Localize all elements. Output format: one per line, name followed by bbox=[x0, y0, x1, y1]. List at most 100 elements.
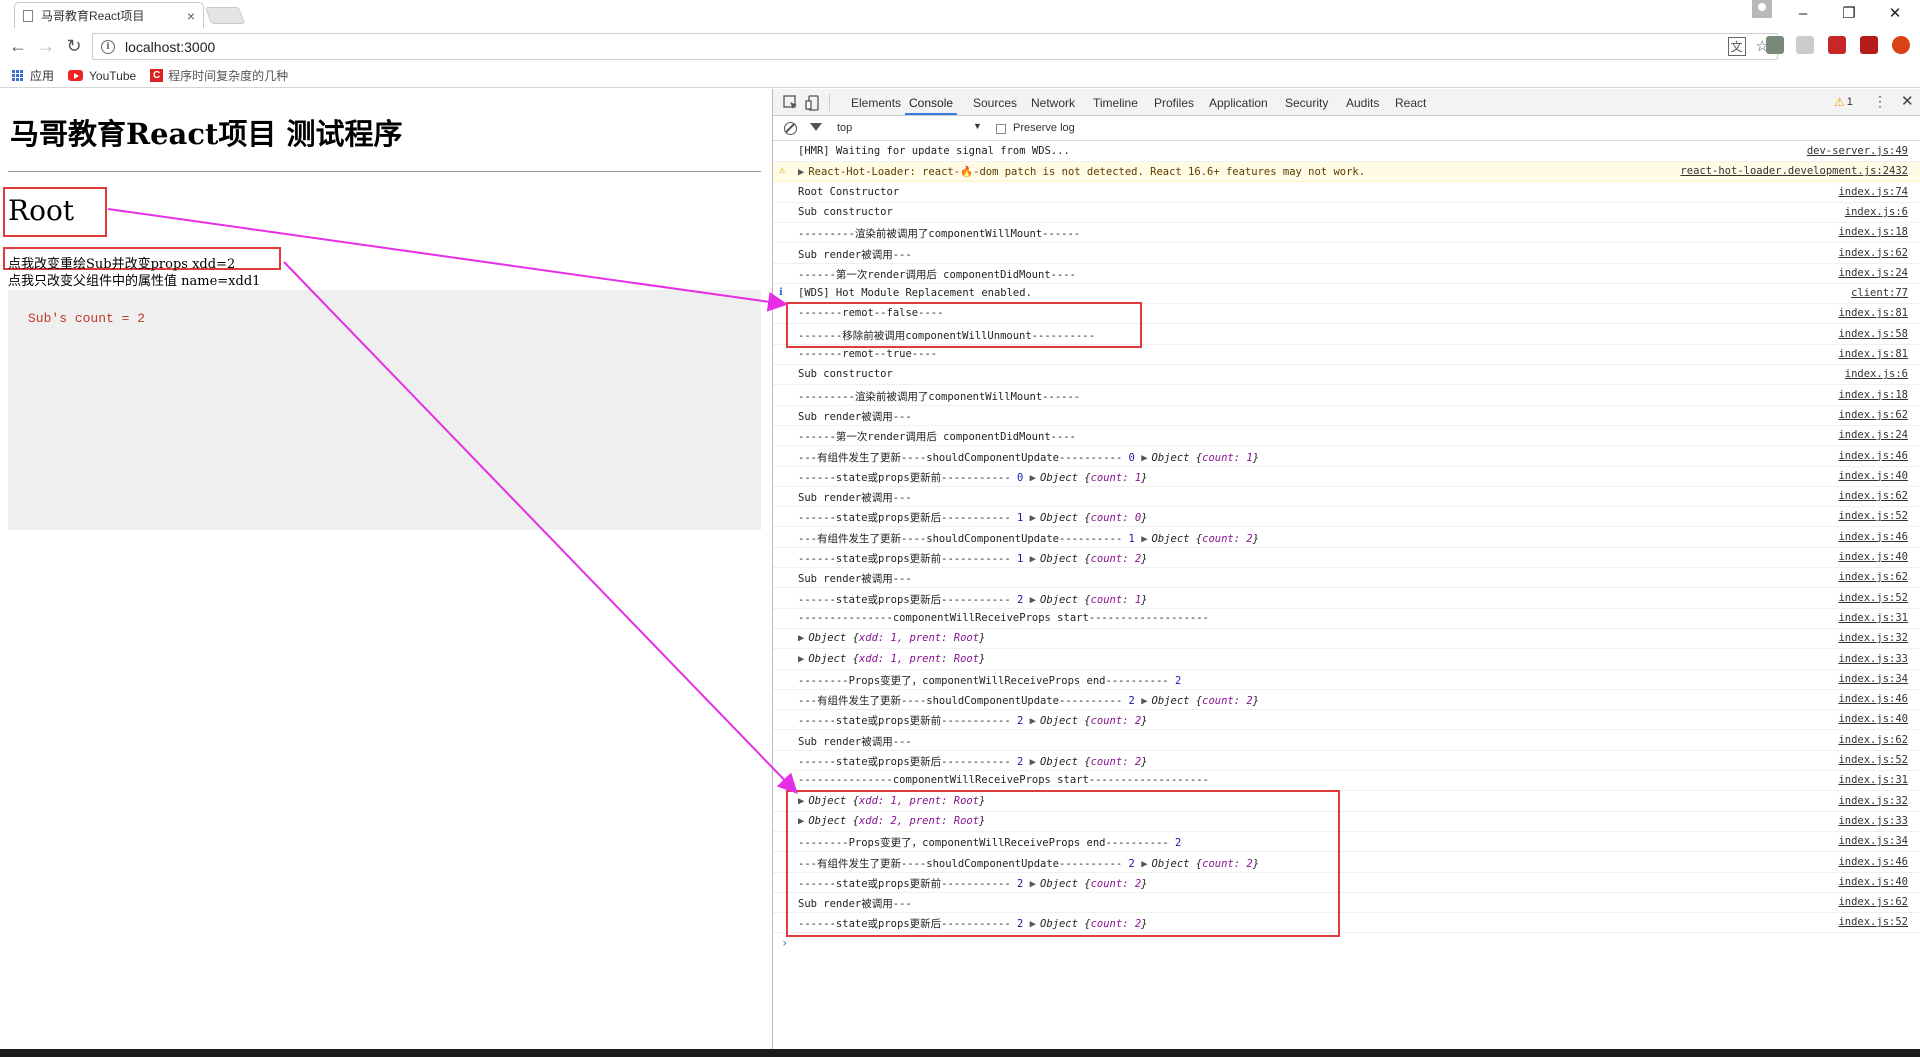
source-link[interactable]: index.js:32 bbox=[1838, 795, 1908, 807]
warning-counter[interactable]: ⚠ 1 bbox=[1834, 95, 1853, 109]
tab-sources[interactable]: Sources bbox=[973, 96, 1017, 110]
tab-network[interactable]: Network bbox=[1031, 96, 1075, 110]
close-devtools-icon[interactable]: ✕ bbox=[1901, 92, 1914, 110]
console-object[interactable]: Object {count: 0} bbox=[1040, 512, 1148, 524]
source-link[interactable]: client:77 bbox=[1851, 287, 1908, 299]
close-window-button[interactable]: ✕ bbox=[1872, 0, 1918, 26]
source-link[interactable]: index.js:58 bbox=[1838, 328, 1908, 340]
expand-triangle-icon[interactable]: ▶ bbox=[1030, 594, 1036, 606]
source-link[interactable]: index.js:46 bbox=[1838, 693, 1908, 705]
source-link[interactable]: index.js:31 bbox=[1838, 774, 1908, 786]
source-link[interactable]: index.js:24 bbox=[1838, 429, 1908, 441]
console-object[interactable]: Object {count: 2} bbox=[1040, 756, 1148, 768]
source-link[interactable]: index.js:62 bbox=[1838, 571, 1908, 583]
expand-triangle-icon[interactable]: ▶ bbox=[1141, 452, 1147, 464]
source-link[interactable]: index.js:34 bbox=[1838, 835, 1908, 847]
back-arrow-icon[interactable]: ← bbox=[6, 34, 30, 58]
source-link[interactable]: index.js:62 bbox=[1838, 409, 1908, 421]
source-link[interactable]: index.js:18 bbox=[1838, 226, 1908, 238]
source-link[interactable]: index.js:40 bbox=[1838, 713, 1908, 725]
source-link[interactable]: index.js:52 bbox=[1838, 510, 1908, 522]
site-info-icon[interactable]: i bbox=[101, 39, 115, 54]
translate-icon[interactable]: 文 bbox=[1727, 37, 1746, 56]
minimize-button[interactable]: – bbox=[1780, 0, 1826, 26]
profile-icon[interactable] bbox=[1752, 0, 1772, 18]
source-link[interactable]: index.js:40 bbox=[1838, 470, 1908, 482]
expand-triangle-icon[interactable]: ▶ bbox=[1030, 756, 1036, 768]
expand-triangle-icon[interactable]: ▶ bbox=[1141, 533, 1147, 545]
source-link[interactable]: index.js:52 bbox=[1838, 916, 1908, 928]
source-link[interactable]: index.js:81 bbox=[1838, 307, 1908, 319]
preserve-log-checkbox[interactable] bbox=[996, 124, 1006, 134]
console-object[interactable]: Object {count: 1} bbox=[1040, 594, 1148, 606]
source-link[interactable]: index.js:6 bbox=[1845, 368, 1908, 380]
source-link[interactable]: index.js:46 bbox=[1838, 531, 1908, 543]
more-options-icon[interactable]: ⋮ bbox=[1873, 93, 1887, 110]
restore-button[interactable]: ❐ bbox=[1826, 0, 1872, 26]
tab-application[interactable]: Application bbox=[1209, 96, 1268, 110]
tab-react[interactable]: React bbox=[1395, 96, 1426, 110]
source-link[interactable]: index.js:33 bbox=[1838, 653, 1908, 665]
source-link[interactable]: index.js:74 bbox=[1838, 186, 1908, 198]
expand-triangle-icon[interactable]: ▶ bbox=[1141, 695, 1147, 707]
filter-icon[interactable] bbox=[810, 123, 822, 131]
source-link[interactable]: index.js:24 bbox=[1838, 267, 1908, 279]
browser-tab[interactable]: 马哥教育React项目 × bbox=[14, 2, 204, 28]
inspect-element-icon[interactable] bbox=[783, 95, 799, 111]
tab-elements[interactable]: Elements bbox=[851, 96, 901, 110]
extension-icon[interactable] bbox=[1766, 36, 1784, 54]
expand-triangle-icon[interactable]: ▶ bbox=[798, 166, 804, 178]
source-link[interactable]: index.js:62 bbox=[1838, 734, 1908, 746]
console-object[interactable]: Object {xdd: 1, prent: Root} bbox=[808, 632, 985, 644]
source-link[interactable]: index.js:46 bbox=[1838, 450, 1908, 462]
expand-triangle-icon[interactable]: ▶ bbox=[798, 632, 804, 644]
source-link[interactable]: index.js:34 bbox=[1838, 673, 1908, 685]
source-link[interactable]: index.js:33 bbox=[1838, 815, 1908, 827]
expand-triangle-icon[interactable]: ▶ bbox=[798, 653, 804, 665]
source-link[interactable]: index.js:18 bbox=[1838, 389, 1908, 401]
tab-audits[interactable]: Audits bbox=[1346, 96, 1379, 110]
expand-triangle-icon[interactable]: ▶ bbox=[1030, 472, 1036, 484]
new-tab-button[interactable] bbox=[204, 7, 246, 24]
console-object[interactable]: Object {count: 2} bbox=[1040, 553, 1148, 565]
device-toolbar-icon[interactable] bbox=[805, 95, 821, 111]
console-object[interactable]: Object {count: 1} bbox=[1040, 472, 1148, 484]
console-object[interactable]: Object {count: 2} bbox=[1040, 715, 1148, 727]
source-link[interactable]: index.js:32 bbox=[1838, 632, 1908, 644]
pdf-extension-icon[interactable] bbox=[1860, 36, 1878, 54]
forward-arrow-icon[interactable]: → bbox=[34, 34, 58, 58]
console-object[interactable]: Object {count: 2} bbox=[1152, 695, 1260, 707]
expand-triangle-icon[interactable]: ▶ bbox=[1030, 715, 1036, 727]
source-link[interactable]: index.js:62 bbox=[1838, 490, 1908, 502]
expand-triangle-icon[interactable]: ▶ bbox=[1030, 553, 1036, 565]
source-link[interactable]: index.js:40 bbox=[1838, 551, 1908, 563]
expand-triangle-icon[interactable]: ▶ bbox=[1030, 512, 1036, 524]
source-link[interactable]: index.js:81 bbox=[1838, 348, 1908, 360]
source-link[interactable]: index.js:40 bbox=[1838, 876, 1908, 888]
reload-icon[interactable]: ↻ bbox=[62, 34, 86, 58]
console-prompt[interactable]: › bbox=[781, 936, 788, 950]
bookmark-youtube[interactable]: YouTube bbox=[68, 69, 136, 83]
console-object[interactable]: Object {xdd: 1, prent: Root} bbox=[808, 653, 985, 665]
tab-profiles[interactable]: Profiles bbox=[1154, 96, 1194, 110]
console-object[interactable]: Object {count: 2} bbox=[1152, 533, 1260, 545]
source-link[interactable]: index.js:62 bbox=[1838, 896, 1908, 908]
tab-close-icon[interactable]: × bbox=[187, 8, 195, 24]
tab-timeline[interactable]: Timeline bbox=[1093, 96, 1138, 110]
extension-icon[interactable] bbox=[1828, 36, 1846, 54]
bookmark-apps[interactable]: 应用 bbox=[12, 67, 54, 84]
source-link[interactable]: index.js:62 bbox=[1838, 247, 1908, 259]
tab-security[interactable]: Security bbox=[1285, 96, 1328, 110]
context-selector[interactable]: top bbox=[837, 122, 852, 134]
change-attr-link[interactable]: 点我只改变父组件中的属性值 name=xdd1 bbox=[8, 270, 260, 289]
extension-icon[interactable] bbox=[1892, 36, 1910, 54]
console-object[interactable]: Object {count: 1} bbox=[1152, 452, 1260, 464]
clear-console-icon[interactable] bbox=[784, 122, 797, 135]
source-link[interactable]: react-hot-loader.development.js:2432 bbox=[1680, 165, 1908, 177]
source-link[interactable]: index.js:31 bbox=[1838, 612, 1908, 624]
source-link[interactable]: dev-server.js:49 bbox=[1807, 145, 1908, 157]
address-bar[interactable]: i localhost:3000 文 ☆ bbox=[92, 33, 1778, 60]
chevron-down-icon[interactable]: ▼ bbox=[973, 121, 982, 131]
source-link[interactable]: index.js:46 bbox=[1838, 856, 1908, 868]
bookmark-complexity[interactable]: C 程序时间复杂度的几种 bbox=[150, 67, 288, 84]
